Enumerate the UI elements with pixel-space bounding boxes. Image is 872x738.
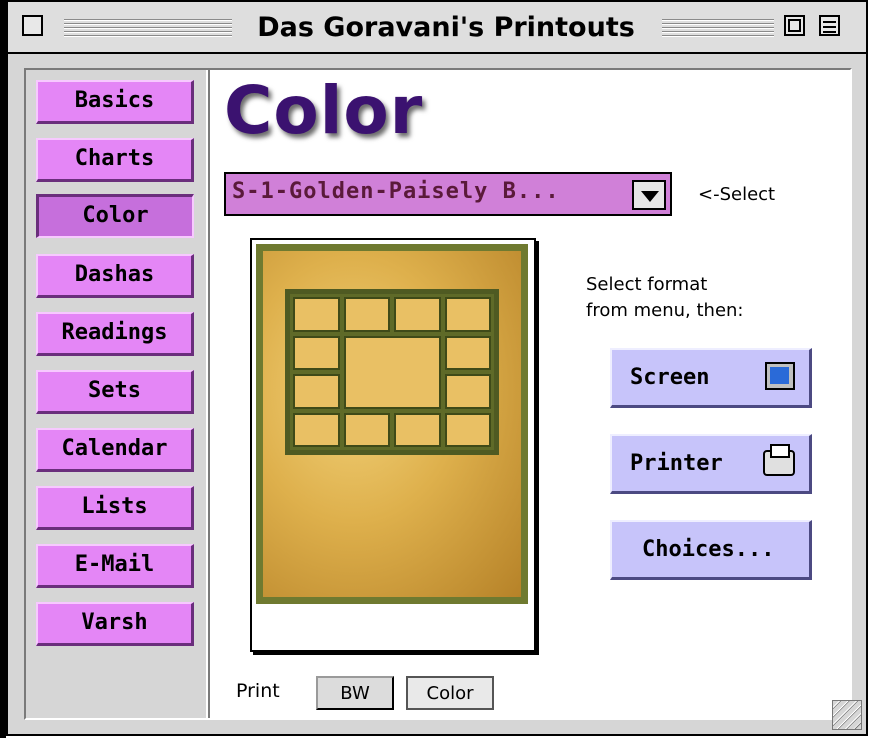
nav-button-color[interactable]: Color	[36, 194, 194, 238]
page-title: Color	[224, 72, 424, 149]
main-panel: Color S-1-Golden-Paisely B... <-Select S…	[208, 70, 850, 718]
nav-button-charts[interactable]: Charts	[36, 138, 194, 182]
nav-button-basics[interactable]: Basics	[36, 80, 194, 124]
nav-button-email[interactable]: E-Mail	[36, 544, 194, 588]
collapse-box-icon[interactable]	[819, 15, 840, 36]
style-preview	[250, 238, 536, 652]
nav-button-sets[interactable]: Sets	[36, 370, 194, 414]
app-window: Das Goravani's Printouts Basics Charts C…	[6, 0, 868, 736]
title-bar[interactable]: Das Goravani's Printouts	[8, 2, 866, 54]
content-frame: Basics Charts Color Dashas Readings Sets…	[24, 68, 852, 720]
monitor-icon	[765, 362, 795, 390]
style-select[interactable]: S-1-Golden-Paisely B...	[224, 172, 672, 216]
nav-button-lists[interactable]: Lists	[36, 486, 194, 530]
chart-grid-preview	[285, 289, 499, 455]
choices-button-label: Choices...	[642, 537, 775, 562]
zoom-box-icon[interactable]	[784, 15, 805, 36]
title-bar-stripes	[64, 17, 232, 37]
printer-button-label: Printer	[630, 451, 723, 476]
select-hint: <-Select	[698, 184, 776, 205]
dropdown-arrow-icon[interactable]	[632, 180, 666, 210]
format-hint-line2: from menu, then:	[586, 300, 744, 321]
screen-button-label: Screen	[630, 365, 710, 390]
title-bar-stripes	[662, 17, 774, 37]
nav-button-dashas[interactable]: Dashas	[36, 254, 194, 298]
printer-button[interactable]: Printer	[610, 434, 812, 494]
style-select-value: S-1-Golden-Paisely B...	[232, 179, 560, 204]
print-bw-button[interactable]: BW	[316, 676, 394, 710]
nav-button-varsh[interactable]: Varsh	[36, 602, 194, 646]
choices-button[interactable]: Choices...	[610, 520, 812, 580]
print-mode-label: Print	[236, 680, 280, 702]
print-color-button[interactable]: Color	[406, 676, 494, 710]
format-instructions: Select format from menu, then:	[586, 272, 744, 324]
golden-paisley-preview-image	[256, 244, 528, 604]
sidebar-nav: Basics Charts Color Dashas Readings Sets…	[26, 70, 208, 718]
screen-button[interactable]: Screen	[610, 348, 812, 408]
resize-grip-icon[interactable]	[832, 700, 862, 730]
format-hint-line1: Select format	[586, 274, 708, 295]
window-title: Das Goravani's Printouts	[257, 12, 635, 43]
nav-button-readings[interactable]: Readings	[36, 312, 194, 356]
nav-button-calendar[interactable]: Calendar	[36, 428, 194, 472]
close-box-icon[interactable]	[22, 15, 43, 36]
printer-icon	[763, 444, 795, 476]
